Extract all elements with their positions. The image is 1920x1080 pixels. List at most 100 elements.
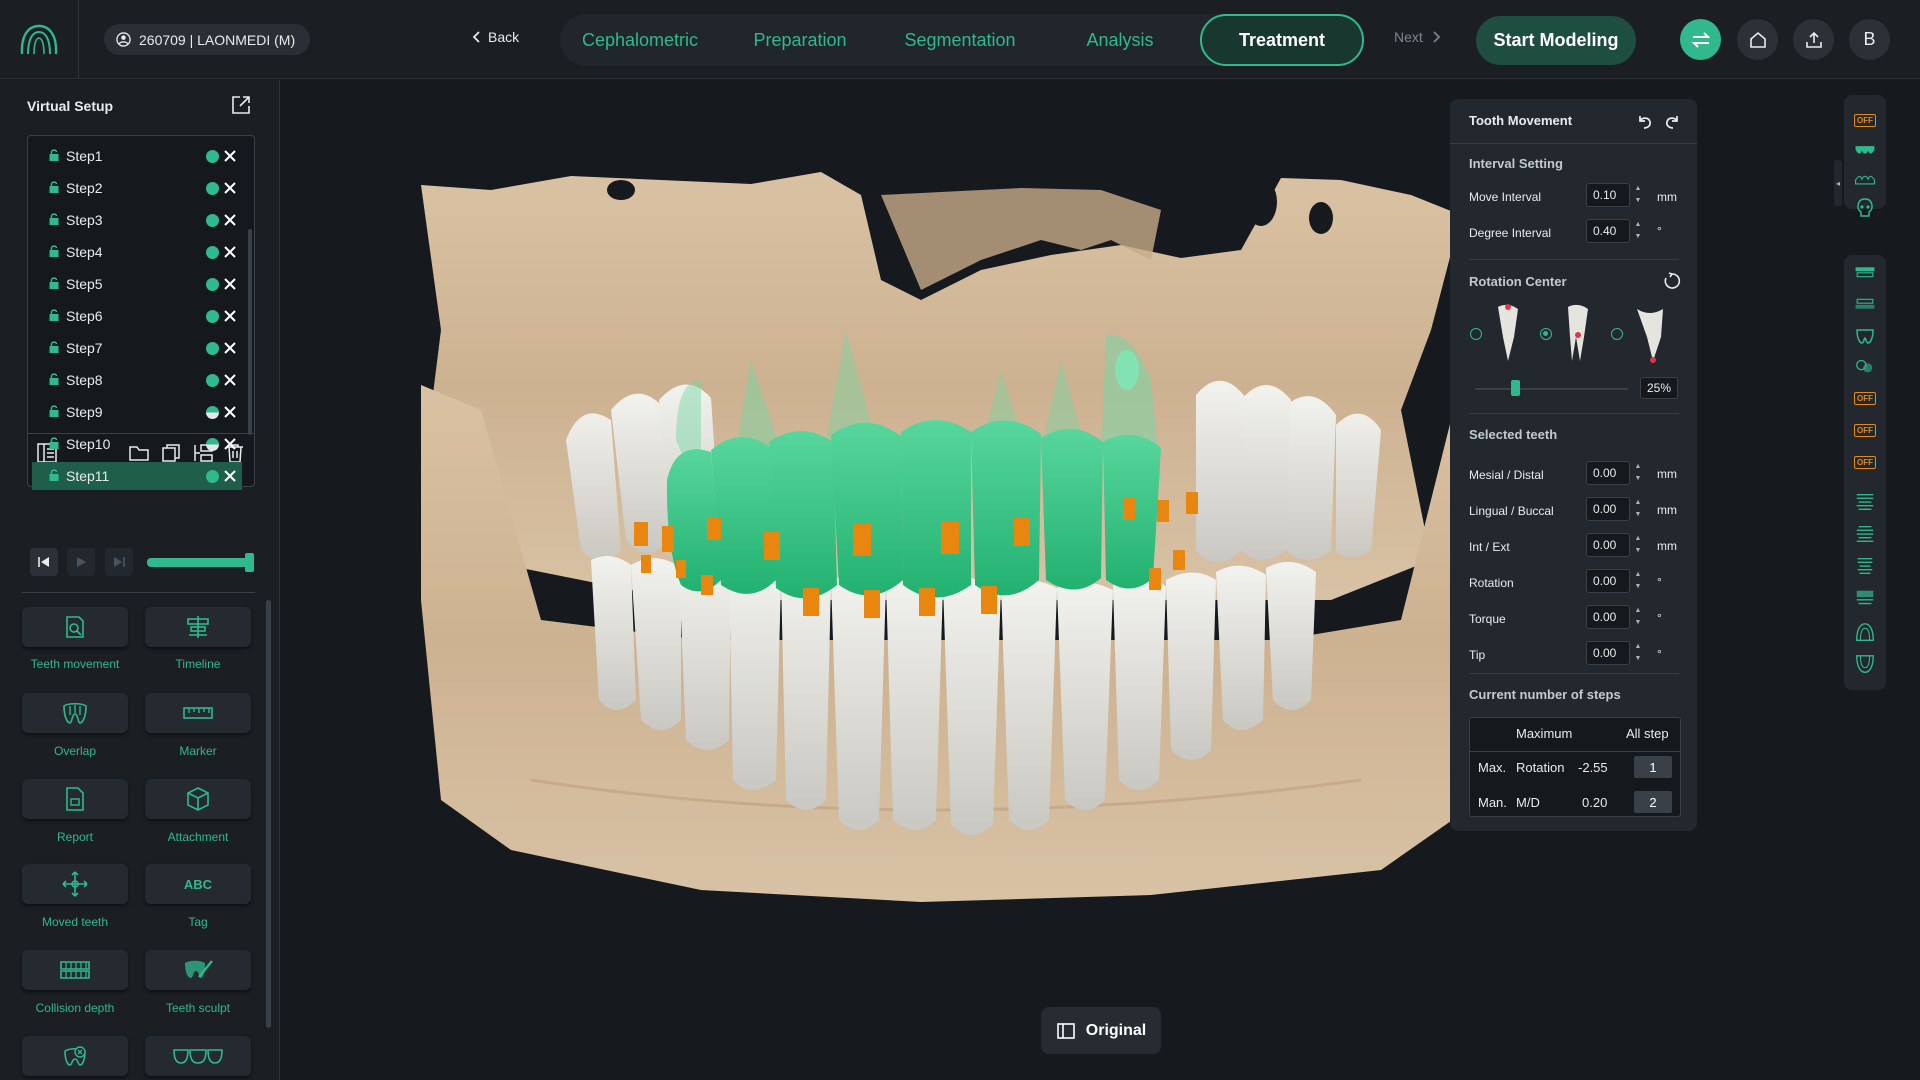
view-occlusal-lower-button[interactable] [1854,655,1876,673]
close-icon[interactable] [223,309,237,323]
degree-interval-stepper[interactable]: ▲ ▼ [1632,219,1644,243]
field-input[interactable]: 0.00 [1586,497,1630,521]
lock-icon[interactable] [48,180,60,194]
app-logo[interactable] [0,0,79,79]
step-status-indicator[interactable] [206,470,219,483]
step-row[interactable]: Step3 [32,206,242,234]
lock-icon[interactable] [48,340,60,354]
close-icon[interactable] [223,469,237,483]
tab-segmentation[interactable]: Segmentation [880,14,1040,66]
timeline-button[interactable] [145,607,251,647]
overlap-button[interactable] [22,693,128,733]
degree-interval-input[interactable]: 0.40 [1586,219,1630,243]
field-stepper[interactable]: ▲ ▼ [1632,497,1644,521]
play-button[interactable] [67,548,95,576]
field-input[interactable]: 0.00 [1586,569,1630,593]
reset-rotation-button[interactable] [1662,271,1682,296]
arch-lower-view-button[interactable] [1854,295,1876,313]
rotation-center-radio-root[interactable] [1611,328,1623,340]
row1-step-button[interactable]: 1 [1634,756,1672,778]
step-status-indicator[interactable] [206,182,219,195]
lock-icon[interactable] [48,404,60,418]
playback-slider-handle[interactable] [245,553,254,572]
step-row[interactable]: Step6 [32,302,242,330]
tab-preparation[interactable]: Preparation [720,14,880,66]
step-row[interactable]: Step11 [32,462,242,490]
popout-button[interactable] [230,94,252,121]
view-occlusal-upper-button[interactable] [1854,623,1876,641]
marker-button[interactable] [145,693,251,733]
close-icon[interactable] [223,245,237,259]
tag-button[interactable]: ABC [145,864,251,904]
field-stepper[interactable]: ▲ ▼ [1632,533,1644,557]
original-toggle-button[interactable]: Original [1041,1007,1161,1054]
move-interval-stepper[interactable]: ▲ ▼ [1632,183,1644,207]
single-tooth-view-button[interactable] [1854,327,1876,345]
back-button[interactable]: Back [472,29,519,45]
view-lower-jaw-button[interactable] [1854,525,1876,543]
upload-button[interactable] [1793,19,1834,60]
close-icon[interactable] [223,277,237,291]
field-stepper[interactable]: ▲ ▼ [1632,461,1644,485]
close-icon[interactable] [223,181,237,195]
tab-cephalometric[interactable]: Cephalometric [560,14,720,66]
step-status-indicator[interactable] [206,406,219,419]
step-row[interactable]: Step2 [32,174,242,202]
step-row[interactable]: Step7 [32,334,242,362]
report-button[interactable] [22,779,128,819]
attachment-button[interactable] [145,779,251,819]
moved-teeth-button[interactable] [22,864,128,904]
home-button[interactable] [1737,19,1778,60]
view-side-button[interactable] [1854,589,1876,607]
patient-chip[interactable]: 260709 | LAONMEDI (M) [104,24,311,55]
tab-treatment[interactable]: Treatment [1200,14,1364,66]
rotation-center-slider-track[interactable] [1475,388,1628,390]
step-status-indicator[interactable] [206,374,219,387]
close-icon[interactable] [223,149,237,163]
rotation-center-percent[interactable]: 25% [1640,377,1678,399]
redo-button[interactable] [1663,113,1681,136]
step-row[interactable]: Step5 [32,270,242,298]
rotation-center-slider-handle[interactable] [1511,380,1520,396]
move-interval-input[interactable]: 0.10 [1586,183,1630,207]
close-icon[interactable] [223,437,237,451]
rotation-center-radio-crown[interactable] [1470,328,1482,340]
close-icon[interactable] [223,213,237,227]
step-row[interactable]: Step10 [32,430,242,458]
field-stepper[interactable]: ▲ ▼ [1632,641,1644,665]
step-back-button[interactable] [30,548,58,576]
rotation-center-radio-center[interactable] [1540,328,1552,340]
view-upper-jaw-button[interactable] [1854,493,1876,511]
lock-icon[interactable] [48,372,60,386]
teeth-movement-button[interactable] [22,607,128,647]
step-row[interactable]: Step4 [32,238,242,266]
tab-analysis[interactable]: Analysis [1040,14,1200,66]
lock-icon[interactable] [48,148,60,162]
step-status-indicator[interactable] [206,438,219,451]
step-row[interactable]: Step8 [32,366,242,394]
arch-upper-view-button[interactable] [1854,263,1876,281]
lock-icon[interactable] [48,244,60,258]
close-icon[interactable] [223,405,237,419]
step-status-indicator[interactable] [206,150,219,163]
swap-button[interactable] [1680,19,1721,60]
step-forward-button[interactable] [105,548,133,576]
user-avatar[interactable]: B [1849,19,1890,60]
extra-tool-button-1[interactable] [22,1036,128,1076]
field-input[interactable]: 0.00 [1586,461,1630,485]
lower-arch-button[interactable] [1854,171,1876,189]
step-status-indicator[interactable] [206,278,219,291]
field-input[interactable]: 0.00 [1586,533,1630,557]
close-icon[interactable] [223,373,237,387]
lock-icon[interactable] [48,436,60,450]
toggle-off-button-3[interactable]: OFF [1854,421,1876,439]
toggle-off-button-4[interactable]: OFF [1854,453,1876,471]
left-panel-scrollbar[interactable] [266,600,271,1028]
step-status-indicator[interactable] [206,246,219,259]
next-button[interactable]: Next [1394,29,1441,45]
row2-step-button[interactable]: 2 [1634,791,1672,813]
teeth-sculpt-button[interactable] [145,950,251,990]
lock-icon[interactable] [48,276,60,290]
toggle-off-button-2[interactable]: OFF [1854,389,1876,407]
field-input[interactable]: 0.00 [1586,605,1630,629]
